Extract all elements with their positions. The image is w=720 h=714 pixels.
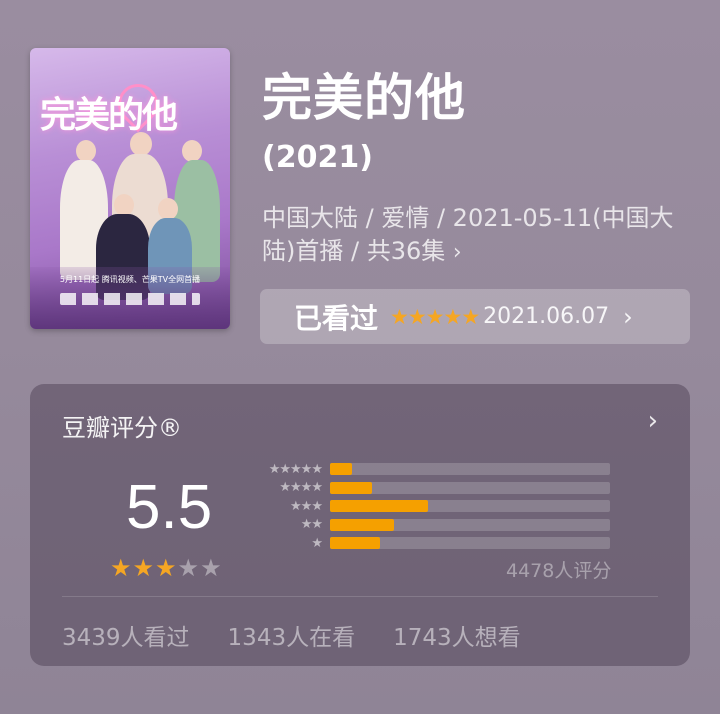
- watched-date: 2021.06.07: [483, 304, 610, 329]
- want-count[interactable]: 1743人想看: [393, 618, 521, 652]
- movie-title: 完美的他: [262, 69, 466, 127]
- poster-figure: [182, 140, 202, 162]
- distribution-stars-label: ★★★: [290, 498, 323, 514]
- distribution-row: ★★: [250, 516, 610, 534]
- poster-figure: [76, 140, 96, 162]
- chevron-right-icon: ›: [452, 240, 462, 265]
- distribution-stars-label: ★★★★★: [268, 461, 323, 477]
- poster-image[interactable]: 完美的他 5月11日起 腾讯视频、芒果TV全网首播: [30, 48, 230, 329]
- movie-meta[interactable]: 中国大陆 / 爱情 / 2021-05-11(中国大陆)首播 / 共36集 ›: [262, 202, 682, 269]
- distribution-bar: [330, 463, 353, 475]
- distribution-track: [330, 537, 610, 549]
- poster-caption: 5月11日起 腾讯视频、芒果TV全网首播: [59, 275, 201, 284]
- douban-rating-card[interactable]: 豆瓣评分® › 5.5 ★★★★★ ★★★★★ ★★★★ ★★★ ★★ ★ 44…: [30, 384, 690, 666]
- distribution-stars-label: ★★: [300, 517, 323, 532]
- viewer-stats: 3439人看过 1343人在看 1743人想看: [62, 618, 521, 652]
- user-rating-stars: ★★★★★: [390, 304, 480, 329]
- watched-count[interactable]: 3439人看过: [62, 618, 190, 652]
- rating-stars: ★★★★★: [110, 554, 223, 582]
- distribution-bar: [330, 481, 372, 494]
- distribution-track: [330, 500, 610, 512]
- distribution-track: [330, 518, 610, 531]
- poster-title: 完美的他: [40, 94, 178, 136]
- watched-status-button[interactable]: 已看过 ★★★★★ 2021.06.07 ›: [260, 289, 690, 344]
- distribution-row: ★★★: [250, 497, 610, 515]
- poster-logos: [60, 293, 200, 305]
- divider: [62, 596, 658, 597]
- distribution-track: [330, 481, 610, 494]
- distribution-stars-label: ★★★★: [279, 480, 323, 495]
- rating-score: 5.5: [126, 473, 213, 542]
- rating-stars-filled: ★★★: [110, 554, 178, 582]
- chevron-right-icon[interactable]: ›: [648, 406, 658, 436]
- distribution-stars-label: ★: [311, 535, 323, 551]
- watched-label: 已看过: [294, 301, 379, 335]
- distribution-bar: [330, 518, 395, 531]
- rating-count: 4478人评分: [506, 560, 612, 582]
- distribution-track: [330, 463, 610, 475]
- distribution-row: ★★★★: [250, 479, 610, 497]
- distribution-row: ★: [250, 534, 610, 552]
- movie-year: (2021): [262, 140, 373, 175]
- poster-figure: [158, 198, 178, 220]
- distribution-row: ★★★★★: [250, 460, 610, 478]
- rating-distribution: ★★★★★ ★★★★ ★★★ ★★ ★: [250, 460, 610, 553]
- watching-count[interactable]: 1343人在看: [228, 618, 356, 652]
- distribution-bar: [330, 500, 428, 512]
- movie-meta-text: 中国大陆 / 爱情 / 2021-05-11(中国大陆)首播 / 共36集: [262, 204, 674, 265]
- poster-figure: [114, 194, 134, 216]
- distribution-bar: [330, 537, 381, 549]
- rating-title: 豆瓣评分®: [62, 414, 182, 442]
- rating-stars-empty: ★★: [177, 554, 223, 582]
- chevron-right-icon: ›: [623, 302, 633, 331]
